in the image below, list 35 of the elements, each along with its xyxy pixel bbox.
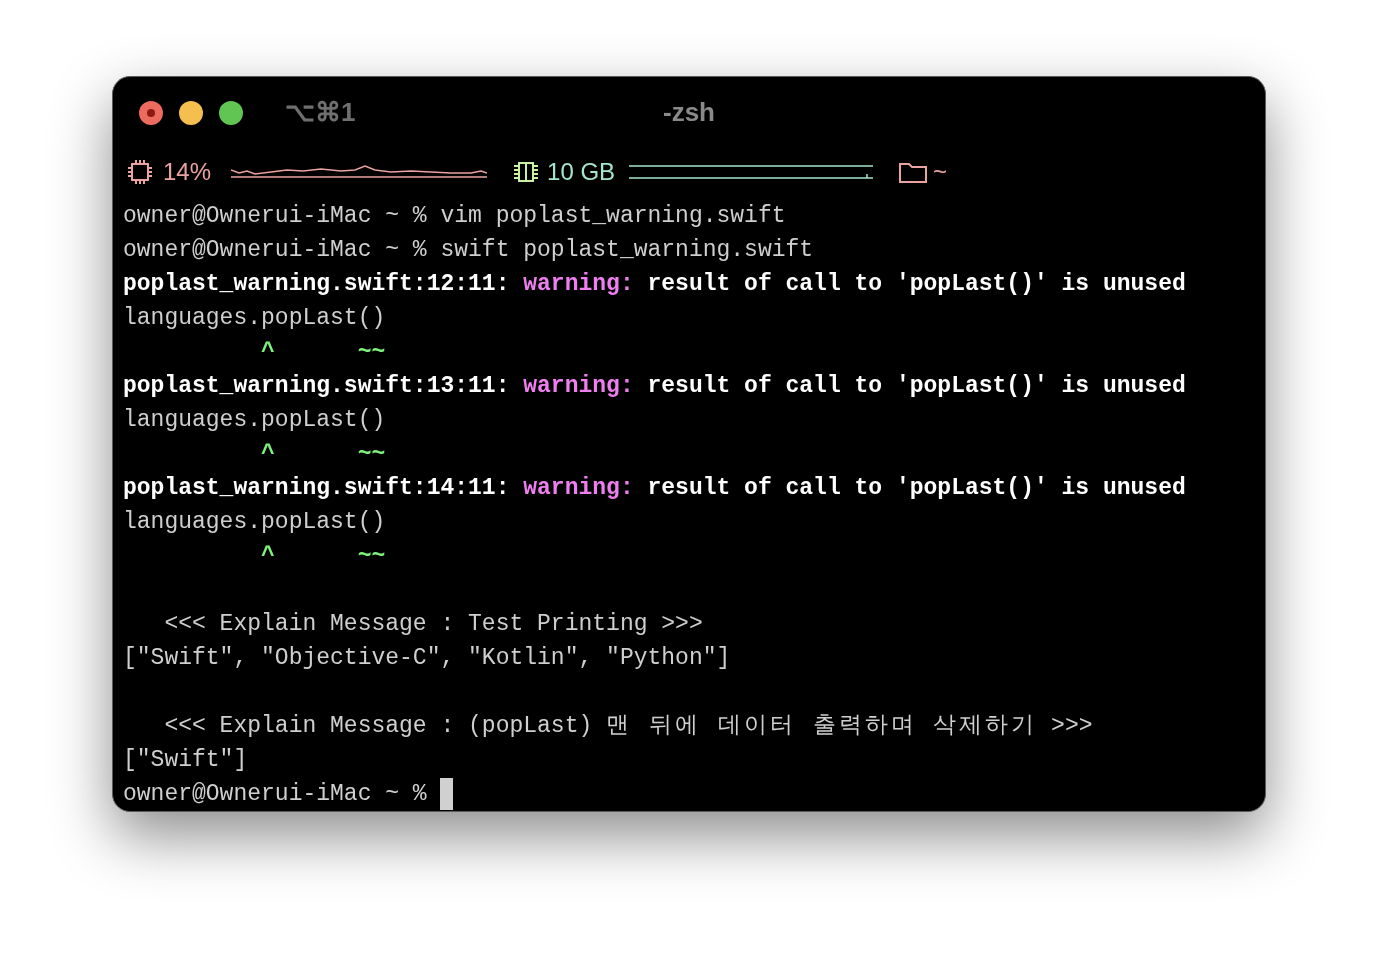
zoom-button[interactable] <box>219 100 243 125</box>
minimize-button[interactable] <box>179 100 203 125</box>
terminal-text: owner@Ownerui-iMac ~ % vim poplast_warning.swift <box>123 202 786 231</box>
terminal-text: owner@Ownerui-iMac ~ % swift poplast_warning.swift <box>123 236 814 265</box>
warning-label: warning: <box>523 270 634 299</box>
caret-marker: ^ ~~ <box>260 440 386 469</box>
shortcut-label: ⌥⌘1 <box>285 96 356 130</box>
diagnostic-text: poplast_warning.swift:13:11: <box>123 372 511 401</box>
terminal-text: ["Swift"] <box>123 746 248 775</box>
warning-label: warning: <box>523 372 634 401</box>
terminal-text: <<< Explain Message : Test Printing >>> <box>163 610 703 639</box>
terminal-text: languages.popLast() <box>123 304 386 333</box>
terminal-text: <<< Explain Message : (popLast) <box>163 712 594 741</box>
terminal-text: languages.popLast() <box>123 508 386 537</box>
folder-icon <box>899 160 928 183</box>
diagnostic-text: result of call to 'popLast()' is unused <box>646 474 1186 503</box>
terminal-text: owner@Ownerui-iMac ~ % <box>123 780 428 809</box>
terminal-text: 맨 뒤에 데이터 출력하며 삭제하기 <box>606 712 1038 741</box>
memory-icon <box>513 160 540 183</box>
terminal-text: >>> <box>1050 712 1093 741</box>
diagnostic-text: poplast_warning.swift:12:11: <box>123 270 511 299</box>
terminal-text: ["Swift", "Objective-C", "Kotlin", "Python"] <box>123 644 731 673</box>
diagnostic-text: result of call to 'popLast()' is unused <box>646 270 1186 299</box>
cpu-usage: 14% <box>163 156 212 187</box>
memory-usage: 10 GB <box>547 156 616 187</box>
warning-label: warning: <box>523 474 634 503</box>
directory-label: ~ <box>933 156 948 187</box>
diagnostic-text: poplast_warning.swift:14:11: <box>123 474 511 503</box>
caret-marker: ^ ~~ <box>260 338 386 367</box>
caret-marker: ^ ~~ <box>260 542 386 571</box>
window-title: -zsh <box>663 96 715 130</box>
diagnostic-text: result of call to 'popLast()' is unused <box>646 372 1186 401</box>
terminal-text: languages.popLast() <box>123 406 386 435</box>
cpu-icon <box>127 158 153 185</box>
close-button[interactable] <box>139 100 163 125</box>
